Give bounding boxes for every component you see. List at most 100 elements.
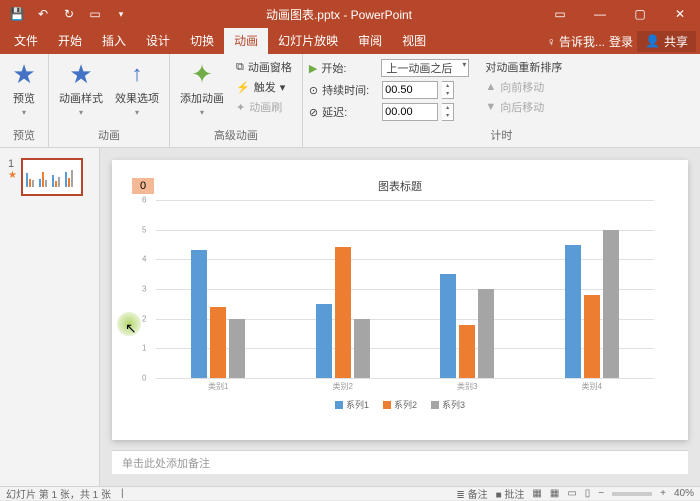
bar [478,289,494,378]
bar [335,247,351,378]
bar [229,319,245,378]
chart-title: 图表标题 [136,178,664,194]
start-row: ▶ 开始: 上一动画之后 [309,58,469,78]
bar [584,295,600,378]
status-divider: | [121,488,124,499]
ribbon-options-icon[interactable]: ▭ [540,0,580,28]
delay-row: ⊘ 延迟: ▴▾ [309,102,469,122]
slide-counter[interactable]: 幻灯片 第 1 张，共 1 张 [6,486,111,501]
notes-pane[interactable]: 单击此处添加备注 [112,450,688,474]
minimize-button[interactable]: — [580,0,620,28]
close-button[interactable]: ✕ [660,0,700,28]
star-plus-icon: ✦ [188,60,216,88]
animation-style-button[interactable]: ★ 动画样式 ▾ [55,58,107,119]
menu-tab-3[interactable]: 设计 [136,28,180,54]
preview-button[interactable]: ★ 预览 ▾ [6,58,42,119]
bar [354,319,370,378]
menu-tab-4[interactable]: 切换 [180,28,224,54]
save-icon[interactable]: 💾 [8,5,26,23]
view-reading-icon[interactable]: ▭ [567,488,576,499]
delay-spinner[interactable]: ▴▾ [442,103,454,121]
menu-tab-6[interactable]: 幻灯片放映 [268,28,348,54]
clock-icon: ⊙ [309,84,318,97]
preview-icon: ★ [10,60,38,88]
move-forward-button: ▲ 向前移动 [481,78,566,96]
ribbon-group-animation: ★ 动画样式 ▾ ↑ 效果选项 ▾ 动画 [49,54,170,147]
body-area: 1 ★ ↖ 0 图表标题 0123456类别1类别2类别3类别4 系列1系列2系… [0,148,700,486]
chart[interactable]: 0123456类别1类别2类别3类别4 [156,200,654,378]
chevron-down-icon: ▾ [79,108,83,117]
menu-tab-8[interactable]: 视图 [392,28,436,54]
trigger-button[interactable]: ⚡触发 ▾ [232,78,296,96]
effect-options-button[interactable]: ↑ 效果选项 ▾ [111,58,163,119]
trigger-icon: ⚡ [236,81,250,94]
window-controls: — ▢ ✕ [580,0,700,28]
legend-item: 系列3 [431,398,465,411]
menu-tab-0[interactable]: 文件 [4,28,48,54]
bar [565,245,581,379]
share-button[interactable]: 👤 共享 [637,31,696,52]
menu-tab-5[interactable]: 动画 [224,28,268,54]
thumb-number: 1 [8,158,17,170]
zoom-out-button[interactable]: − [598,488,604,499]
legend-item: 系列2 [383,398,417,411]
group-label: 动画 [55,127,163,143]
menubar: 文件开始插入设计切换动画幻灯片放映审阅视图 ♀ 告诉我... 登录 👤 共享 [0,28,700,54]
duration-row: ⊙ 持续时间: ▴▾ [309,80,469,100]
add-animation-button[interactable]: ✦ 添加动画 ▾ [176,58,228,119]
star-icon: ★ [67,60,95,88]
thumbnail-panel: 1 ★ [0,148,100,486]
reorder-label: 对动画重新排序 [481,58,566,76]
quick-access-toolbar: 💾 ↶ ↻ ▭ ▾ [0,5,138,23]
bar [210,307,226,378]
zoom-level[interactable]: 40% [674,488,694,499]
bar [459,325,475,378]
group-label: 计时 [309,127,694,143]
notes-toggle[interactable]: ≣ 备注 [456,486,487,501]
animation-order-badge[interactable]: 0 [132,178,154,194]
legend-item: 系列1 [335,398,369,411]
slide-canvas[interactable]: 0 图表标题 0123456类别1类别2类别3类别4 系列1 系列2 系列3 [112,160,688,440]
undo-icon[interactable]: ↶ [34,5,52,23]
play-icon: ▶ [309,62,317,75]
chevron-down-icon: ▾ [200,108,204,117]
statusbar: 幻灯片 第 1 张，共 1 张 | ≣ 备注 ■ 批注 ▦ ▦ ▭ ▯ − + … [0,486,700,500]
delay-input[interactable] [382,103,438,121]
slide-thumbnail[interactable] [21,158,83,196]
menu-tab-1[interactable]: 开始 [48,28,92,54]
duration-spinner[interactable]: ▴▾ [442,81,454,99]
bar [440,274,456,378]
view-normal-icon[interactable]: ▦ [532,488,541,499]
document-title: 动画图表.pptx - PowerPoint [138,6,540,23]
zoom-in-button[interactable]: + [660,488,666,499]
zoom-slider[interactable] [612,492,652,496]
ribbon: ★ 预览 ▾ 预览 ★ 动画样式 ▾ ↑ 效果选项 ▾ 动画 ✦ 添加动 [0,54,700,148]
painter-icon: ✦ [236,101,245,114]
qat-dropdown-icon[interactable]: ▾ [112,5,130,23]
redo-icon[interactable]: ↻ [60,5,78,23]
start-dropdown[interactable]: 上一动画之后 [381,59,469,77]
animation-painter-button: ✦动画刷 [232,98,296,116]
maximize-button[interactable]: ▢ [620,0,660,28]
login-link[interactable]: 登录 [609,33,633,50]
comments-toggle[interactable]: ■ 批注 [496,486,525,501]
menu-tab-7[interactable]: 审阅 [348,28,392,54]
move-backward-button: ▼ 向后移动 [481,98,566,116]
duration-input[interactable] [382,81,438,99]
view-slideshow-icon[interactable]: ▯ [585,488,591,499]
animation-pane-button[interactable]: ⧉动画窗格 [232,58,296,76]
view-sorter-icon[interactable]: ▦ [550,488,559,499]
ribbon-group-preview: ★ 预览 ▾ 预览 [0,54,49,147]
ribbon-group-timing: ▶ 开始: 上一动画之后 ⊙ 持续时间: ▴▾ ⊘ 延迟: ▴▾ [303,54,700,147]
bar [191,250,207,378]
arrow-up-icon: ↑ [123,60,151,88]
titlebar: 💾 ↶ ↻ ▭ ▾ 动画图表.pptx - PowerPoint ▭ — ▢ ✕ [0,0,700,28]
delay-icon: ⊘ [309,106,318,119]
chevron-down-icon: ▾ [22,108,26,117]
chevron-down-icon: ▾ [135,108,139,117]
start-slideshow-icon[interactable]: ▭ [86,5,104,23]
tell-me[interactable]: ♀ 告诉我... [547,33,605,50]
bar [316,304,332,378]
chart-legend: 系列1 系列2 系列3 [136,398,664,411]
menu-tab-2[interactable]: 插入 [92,28,136,54]
